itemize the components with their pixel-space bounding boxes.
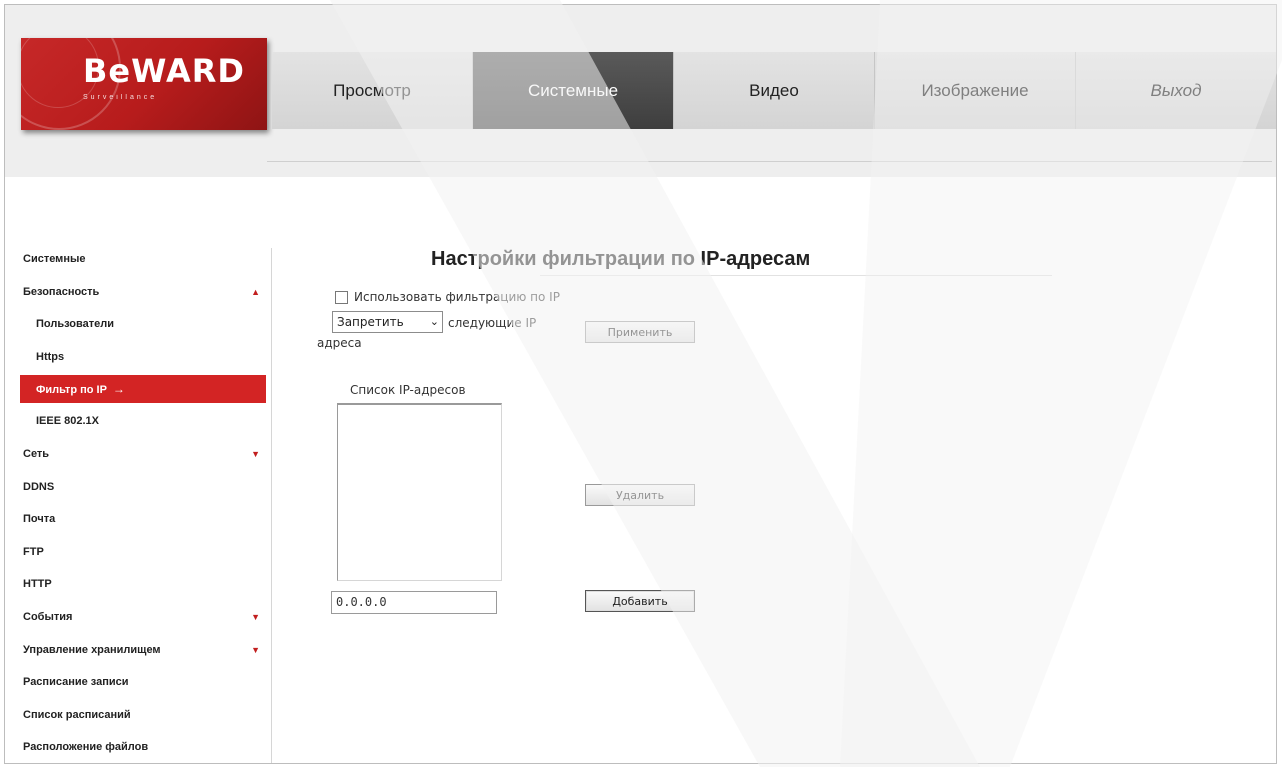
sidebar-item-label: Расположение файлов <box>23 741 149 754</box>
sidebar-item-https[interactable]: Https <box>20 341 266 374</box>
sidebar-item-label: HTTP <box>23 578 52 591</box>
ip-list-label: Список IP-адресов <box>350 383 466 397</box>
sidebar-item-ddns[interactable]: DDNS <box>20 471 266 504</box>
sidebar-item-label: Фильтр по IP <box>36 384 107 397</box>
use-filter-label: Использовать фильтрацию по IP <box>354 290 560 304</box>
sidebar-item-label: Управление хранилищем <box>23 643 161 656</box>
following-ip-label: следующие IP <box>448 316 537 330</box>
tab-system[interactable]: Системные <box>473 52 674 129</box>
sidebar-item-label: Пользователи <box>36 318 115 331</box>
sidebar-item-security[interactable]: Безопасность ▲ <box>20 276 266 309</box>
sidebar-item-label: FTP <box>23 545 44 558</box>
ip-address-input[interactable]: 0.0.0.0 <box>331 591 497 614</box>
logo-text: BeWARD <box>83 52 245 90</box>
sidebar-item-label: Https <box>36 350 65 363</box>
sidebar-item-mail[interactable]: Почта <box>20 503 266 536</box>
sidebar-item-label: Почта <box>23 513 56 526</box>
add-button[interactable]: Добавить <box>585 590 695 612</box>
sidebar-item-record-schedule[interactable]: Расписание записи <box>20 666 266 699</box>
sidebar-item-label: IEEE 802.1X <box>36 415 99 428</box>
chevron-down-icon: ⌄ <box>429 315 439 328</box>
sidebar-item-ip-filter[interactable]: Фильтр по IP → <box>20 375 266 404</box>
use-filter-checkbox[interactable] <box>335 291 348 304</box>
sidebar-item-network[interactable]: Сеть ▼ <box>20 438 266 471</box>
sidebar-item-label: Сеть <box>23 447 50 460</box>
sidebar-item-label: События <box>23 610 73 623</box>
header-divider <box>267 161 1272 162</box>
use-filter-row[interactable]: Использовать фильтрацию по IP <box>335 290 560 304</box>
chevron-down-icon: ▼ <box>251 644 260 655</box>
logo-subtext: Surveillance <box>83 94 158 101</box>
sidebar-item-label: Безопасность <box>23 285 100 298</box>
sidebar-divider <box>271 248 272 763</box>
title-underline <box>540 275 1052 276</box>
tab-view[interactable]: Просмотр <box>272 52 473 129</box>
tab-image[interactable]: Изображение <box>875 52 1076 129</box>
sidebar-item-users[interactable]: Пользователи <box>20 308 266 341</box>
sidebar-item-events[interactable]: События ▼ <box>20 601 266 634</box>
top-nav: Просмотр Системные Видео Изображение Вых… <box>272 52 1276 129</box>
sidebar-item-ftp[interactable]: FTP <box>20 536 266 569</box>
tab-video[interactable]: Видео <box>674 52 875 129</box>
sidebar-item-label: DDNS <box>23 480 55 493</box>
sidebar-item-file-location[interactable]: Расположение файлов <box>20 731 266 764</box>
sidebar-item-label: Список расписаний <box>23 708 131 721</box>
sidebar-item-system[interactable]: Системные <box>20 243 266 276</box>
apply-button[interactable]: Применить <box>585 321 695 343</box>
mode-select-value: Запретить <box>337 315 404 329</box>
addresses-label: адреса <box>317 336 362 350</box>
sidebar-item-http[interactable]: HTTP <box>20 568 266 601</box>
sidebar: Системные Безопасность ▲ Пользователи Htt… <box>20 243 266 764</box>
sidebar-item-label: Системные <box>23 253 86 265</box>
page-title: Настройки фильтрации по IP-адресам <box>431 248 811 270</box>
ip-address-list[interactable] <box>337 403 502 581</box>
arrow-right-icon: → <box>112 382 125 397</box>
tab-logout[interactable]: Выход <box>1076 52 1276 129</box>
beward-logo[interactable]: BeWARD Surveillance <box>21 38 267 130</box>
chevron-down-icon: ▼ <box>251 611 260 622</box>
delete-button[interactable]: Удалить <box>585 484 695 506</box>
sidebar-item-schedule-list[interactable]: Список расписаний <box>20 699 266 732</box>
mode-select[interactable]: Запретить ⌄ <box>332 311 443 333</box>
chevron-up-icon: ▲ <box>251 286 260 297</box>
sidebar-item-label: Расписание записи <box>23 676 129 689</box>
chevron-down-icon: ▼ <box>251 448 260 459</box>
sidebar-item-ieee8021x[interactable]: IEEE 802.1X <box>20 405 266 438</box>
sidebar-item-storage[interactable]: Управление хранилищем ▼ <box>20 634 266 667</box>
